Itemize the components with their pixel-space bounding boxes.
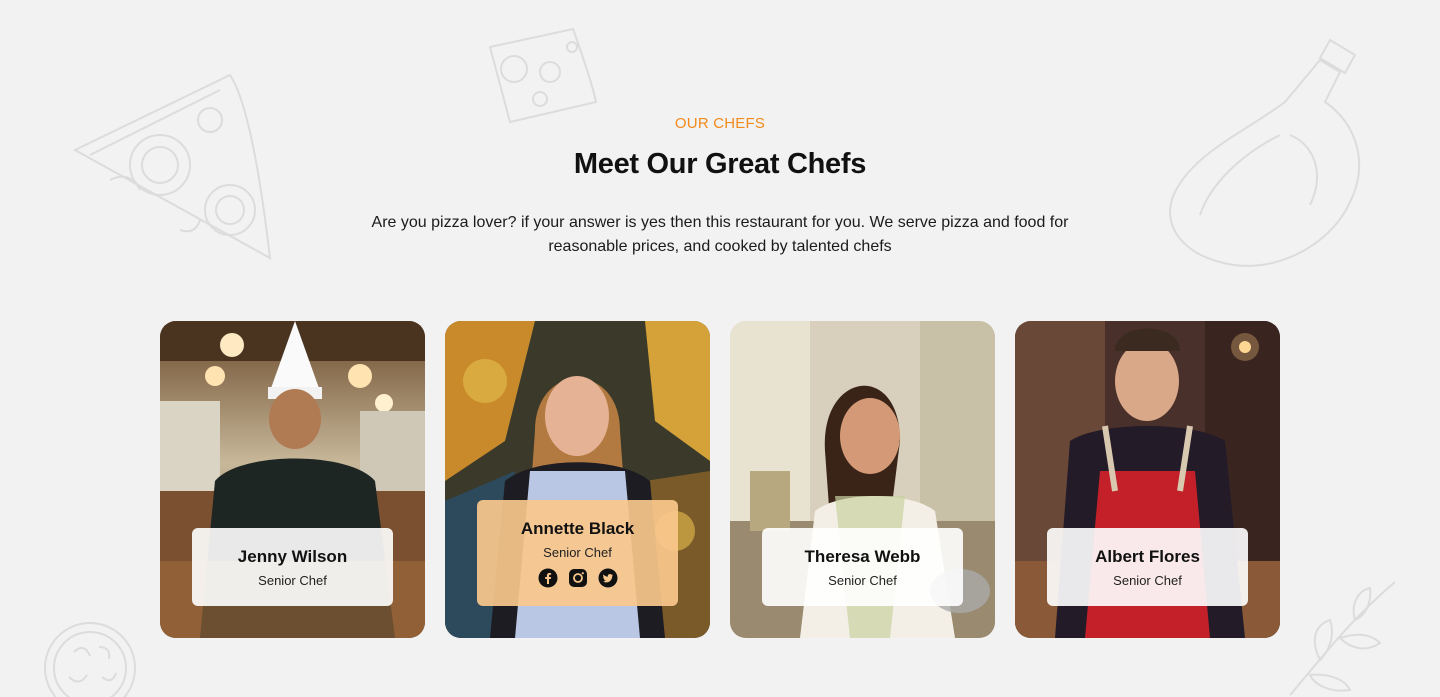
chef-role: Senior Chef [1113, 573, 1182, 588]
leaf-doodle [1280, 580, 1405, 697]
chef-info-card: Theresa Webb Senior Chef [762, 528, 963, 606]
section-description: Are you pizza lover? if your answer is y… [371, 214, 1069, 255]
chef-info-card: Annette Black Senior Chef [477, 500, 678, 606]
chef-name: Annette Black [520, 519, 635, 538]
chef-role: Senior Chef [543, 545, 612, 560]
chef-card[interactable]: Theresa Webb Senior Chef [730, 321, 995, 638]
instagram-icon[interactable] [568, 568, 588, 588]
tomato-slice-doodle [44, 622, 139, 697]
chef-info-card: Albert Flores Senior Chef [1047, 528, 1248, 606]
chef-card[interactable]: Jenny Wilson Senior Chef [160, 321, 425, 638]
chef-card[interactable]: Annette Black Senior Chef [445, 321, 710, 638]
cheese-doodle [488, 27, 600, 125]
chef-card[interactable]: Albert Flores Senior Chef [1015, 321, 1280, 638]
chef-cards: Jenny Wilson Senior Chef Annette Black S… [160, 321, 1280, 638]
social-links [477, 568, 678, 588]
section-title: Meet Our Great Chefs [573, 148, 867, 180]
chef-info-card: Jenny Wilson Senior Chef [192, 528, 393, 606]
chef-name: Theresa Webb [804, 547, 921, 566]
chefs-section-header: OUR CHEFS Meet Our Great Chefs Are you p… [0, 113, 1440, 259]
chef-name: Jenny Wilson [237, 547, 348, 566]
facebook-icon[interactable] [538, 568, 558, 588]
chef-name: Albert Flores [1095, 547, 1200, 566]
chef-role: Senior Chef [828, 573, 897, 588]
twitter-icon[interactable] [598, 568, 618, 588]
section-eyebrow: OUR CHEFS [674, 115, 766, 132]
chef-role: Senior Chef [258, 573, 327, 588]
